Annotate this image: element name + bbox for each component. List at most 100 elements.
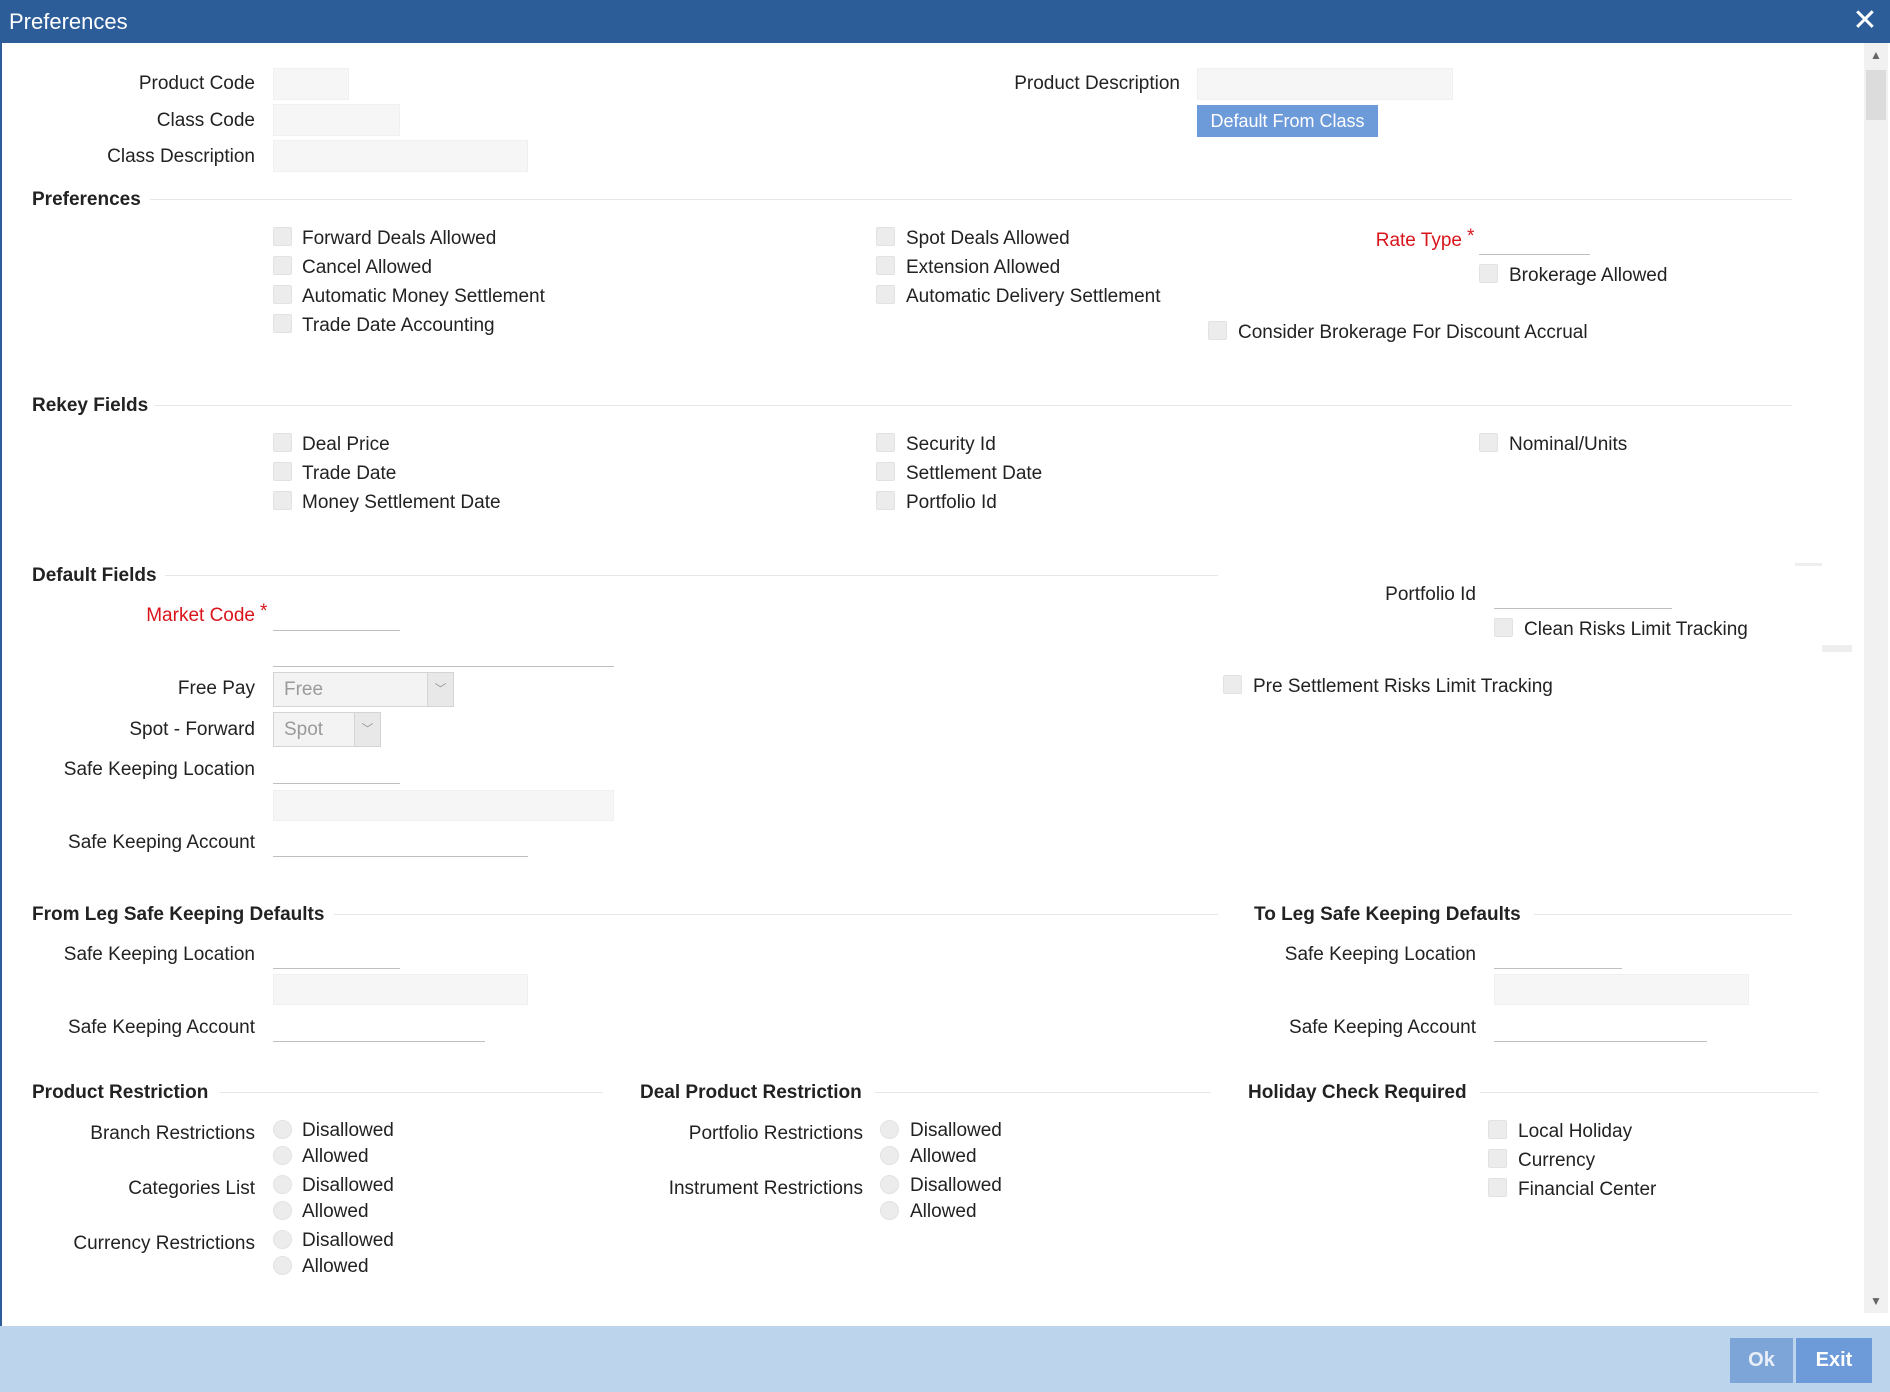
safe-keeping-location-input[interactable] xyxy=(273,753,400,784)
pre-settlement-risks-limit-tracking-checkbox[interactable] xyxy=(1223,675,1242,694)
class-code-label: Class Code xyxy=(156,110,255,131)
rate-type-input[interactable] xyxy=(1479,225,1590,255)
portfolio-disallowed-label: Disallowed xyxy=(910,1120,1002,1141)
divider xyxy=(155,405,1792,406)
market-code-label: Market Code xyxy=(146,605,255,626)
portfolio-id-label: Portfolio Id xyxy=(906,492,997,513)
local-holiday-label: Local Holiday xyxy=(1518,1121,1633,1142)
brokerage-allowed-label: Brokerage Allowed xyxy=(1509,265,1668,286)
instrument-allowed-radio[interactable] xyxy=(880,1201,899,1220)
forward-deals-allowed-checkbox[interactable] xyxy=(273,227,292,246)
to-leg-safe-keeping-account-label: Safe Keeping Account xyxy=(1289,1017,1476,1038)
divider xyxy=(1480,1092,1818,1093)
portfolio-disallowed-radio[interactable] xyxy=(880,1120,899,1139)
divider xyxy=(1795,563,1822,566)
safe-keeping-location-description[interactable] xyxy=(273,790,614,821)
instrument-disallowed-radio[interactable] xyxy=(880,1175,899,1194)
automatic-money-settlement-label: Automatic Money Settlement xyxy=(302,286,545,307)
class-code-input[interactable] xyxy=(273,104,400,136)
safe-keeping-location-label: Safe Keeping Location xyxy=(63,759,255,780)
brokerage-allowed-checkbox[interactable] xyxy=(1479,264,1498,283)
categories-disallowed-radio[interactable] xyxy=(273,1175,292,1194)
class-description-label: Class Description xyxy=(107,146,255,167)
default-from-class-button[interactable]: Default From Class xyxy=(1197,105,1378,137)
deal-price-checkbox[interactable] xyxy=(273,433,292,452)
deal-product-restriction-section-title: Deal Product Restriction xyxy=(640,1082,862,1103)
spot-forward-select[interactable]: Spot ﹀ xyxy=(273,712,381,747)
trade-date-accounting-label: Trade Date Accounting xyxy=(302,315,495,336)
scrollbar-thumb[interactable] xyxy=(1866,70,1886,120)
to-leg-safe-keeping-location-label: Safe Keeping Location xyxy=(1284,944,1476,965)
extension-allowed-checkbox[interactable] xyxy=(876,256,895,275)
currency-checkbox[interactable] xyxy=(1488,1149,1507,1168)
money-settlement-date-checkbox[interactable] xyxy=(273,491,292,510)
rate-type-label: Rate Type xyxy=(1375,230,1462,251)
scroll-up-icon[interactable]: ▲ xyxy=(1864,43,1888,67)
ok-button[interactable]: Ok xyxy=(1730,1338,1793,1383)
currency-disallowed-radio[interactable] xyxy=(273,1230,292,1249)
footer-bar xyxy=(0,1326,1890,1392)
to-leg-safe-keeping-location-input[interactable] xyxy=(1494,938,1622,969)
title-bar xyxy=(0,0,1890,43)
required-marker: * xyxy=(1467,226,1475,247)
instrument-restrictions-label: Instrument Restrictions xyxy=(668,1178,863,1199)
automatic-delivery-settlement-checkbox[interactable] xyxy=(876,285,895,304)
portfolio-id-label: Portfolio Id xyxy=(1385,584,1476,605)
categories-allowed-radio[interactable] xyxy=(273,1201,292,1220)
branch-disallowed-radio[interactable] xyxy=(273,1120,292,1139)
spot-deals-allowed-checkbox[interactable] xyxy=(876,227,895,246)
cancel-allowed-checkbox[interactable] xyxy=(273,256,292,275)
spot-forward-value: Spot xyxy=(284,719,324,740)
free-pay-label: Free Pay xyxy=(177,678,255,699)
to-leg-safe-keeping-location-description[interactable] xyxy=(1494,974,1749,1005)
instrument-disallowed-label: Disallowed xyxy=(910,1175,1002,1196)
chevron-down-icon: ﹀ xyxy=(354,713,380,746)
safe-keeping-account-input[interactable] xyxy=(273,826,528,857)
close-icon[interactable]: ✕ xyxy=(1850,6,1880,36)
free-pay-select[interactable]: Free ﹀ xyxy=(273,672,454,707)
portfolio-id-input[interactable] xyxy=(1494,578,1672,609)
settlement-date-checkbox[interactable] xyxy=(876,462,895,481)
financial-center-checkbox[interactable] xyxy=(1488,1178,1507,1197)
window-title: Preferences xyxy=(9,9,128,34)
currency-label: Currency xyxy=(1518,1150,1596,1171)
clean-risks-limit-tracking-checkbox[interactable] xyxy=(1494,618,1513,637)
consider-brokerage-checkbox[interactable] xyxy=(1208,321,1227,340)
market-code-input[interactable] xyxy=(273,600,400,631)
market-code-description-input[interactable] xyxy=(273,637,614,667)
security-id-checkbox[interactable] xyxy=(876,433,895,452)
divider xyxy=(150,199,1792,200)
product-description-input[interactable] xyxy=(1197,68,1453,100)
settlement-date-label: Settlement Date xyxy=(906,463,1043,484)
required-marker: * xyxy=(260,601,268,622)
categories-list-label: Categories List xyxy=(128,1178,255,1199)
branch-disallowed-label: Disallowed xyxy=(302,1120,394,1141)
trade-date-label: Trade Date xyxy=(302,463,397,484)
nominal-units-checkbox[interactable] xyxy=(1479,433,1498,452)
from-leg-safe-keeping-location-description[interactable] xyxy=(273,974,528,1005)
product-code-label: Product Code xyxy=(138,73,255,94)
product-description-label: Product Description xyxy=(1014,73,1180,94)
automatic-money-settlement-checkbox[interactable] xyxy=(273,285,292,304)
to-leg-safe-keeping-account-input[interactable] xyxy=(1494,1011,1707,1042)
trade-date-accounting-checkbox[interactable] xyxy=(273,314,292,333)
pre-settlement-risks-limit-tracking-label: Pre Settlement Risks Limit Tracking xyxy=(1253,676,1553,697)
class-description-input[interactable] xyxy=(273,140,528,172)
deal-price-label: Deal Price xyxy=(302,434,390,455)
from-leg-safe-keeping-account-label: Safe Keeping Account xyxy=(68,1017,255,1038)
exit-button[interactable]: Exit xyxy=(1796,1338,1872,1383)
portfolio-allowed-radio[interactable] xyxy=(880,1146,899,1165)
product-restriction-section-title: Product Restriction xyxy=(32,1082,209,1103)
from-leg-safe-keeping-account-input[interactable] xyxy=(273,1011,485,1042)
portfolio-id-checkbox[interactable] xyxy=(876,491,895,510)
vertical-scrollbar[interactable] xyxy=(1864,43,1888,1313)
product-code-input[interactable] xyxy=(273,68,349,100)
scroll-down-icon[interactable]: ▼ xyxy=(1864,1289,1888,1313)
consider-brokerage-label: Consider Brokerage For Discount Accrual xyxy=(1238,322,1588,343)
from-leg-safe-keeping-location-input[interactable] xyxy=(273,938,400,969)
local-holiday-checkbox[interactable] xyxy=(1488,1120,1507,1139)
trade-date-checkbox[interactable] xyxy=(273,462,292,481)
currency-allowed-radio[interactable] xyxy=(273,1256,292,1275)
branch-allowed-radio[interactable] xyxy=(273,1146,292,1165)
divider xyxy=(165,575,1218,576)
